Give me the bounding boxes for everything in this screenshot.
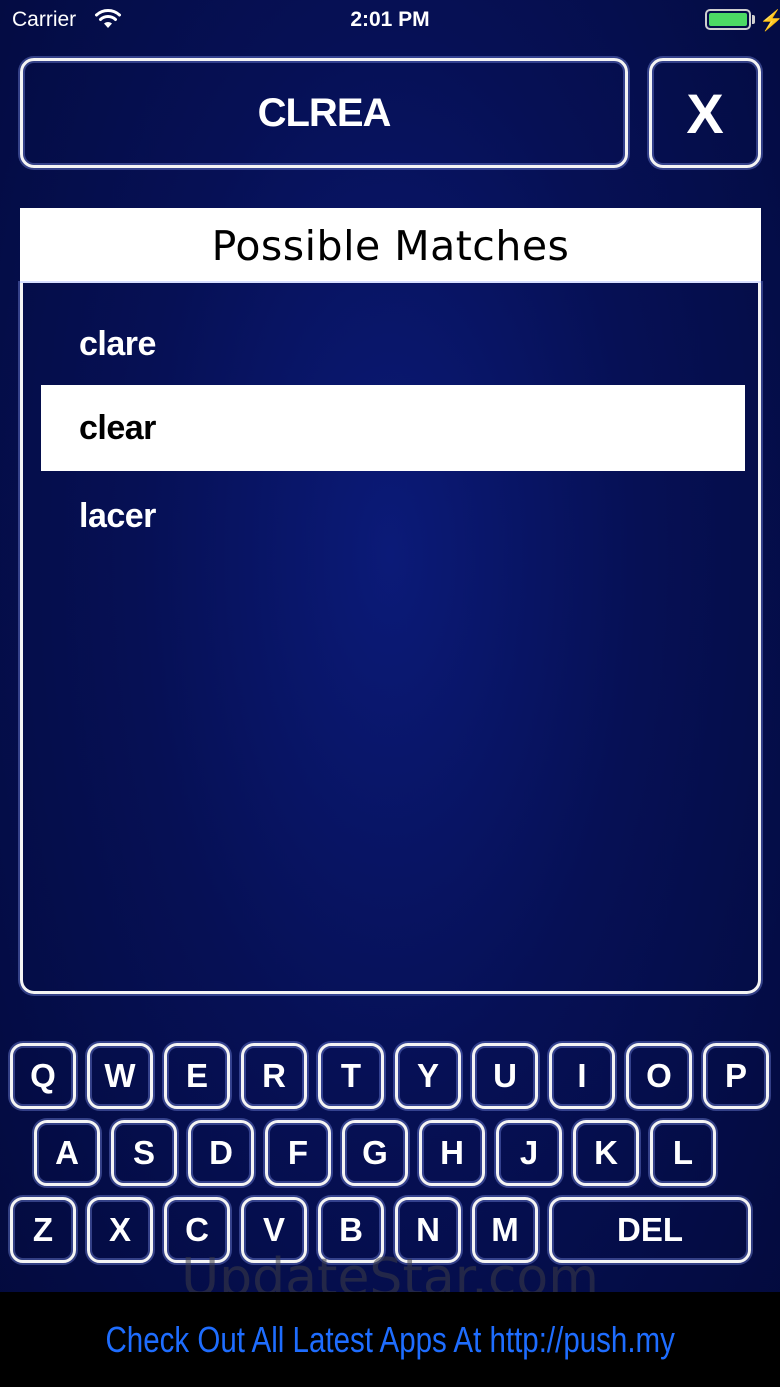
key-j[interactable]: J — [496, 1120, 562, 1186]
key-s[interactable]: S — [111, 1120, 177, 1186]
match-item-label: clear — [79, 408, 156, 447]
match-item-clear[interactable]: clear — [41, 385, 745, 471]
clear-button-label: X — [686, 81, 724, 145]
match-item-label: clare — [79, 324, 156, 363]
key-o[interactable]: O — [626, 1043, 692, 1109]
key-h[interactable]: H — [419, 1120, 485, 1186]
key-t[interactable]: T — [318, 1043, 384, 1109]
charging-icon: ⚡ — [759, 10, 780, 32]
key-k[interactable]: K — [573, 1120, 639, 1186]
key-i[interactable]: I — [549, 1043, 615, 1109]
battery-tip — [752, 15, 755, 24]
key-f[interactable]: F — [265, 1120, 331, 1186]
ad-banner-text: Check Out All Latest Apps At http://push… — [105, 1318, 675, 1360]
key-w[interactable]: W — [87, 1043, 153, 1109]
ad-banner[interactable]: Check Out All Latest Apps At http://push… — [0, 1292, 780, 1387]
match-item-clare[interactable]: clare — [41, 301, 745, 387]
key-g[interactable]: G — [342, 1120, 408, 1186]
key-y[interactable]: Y — [395, 1043, 461, 1109]
key-u[interactable]: U — [472, 1043, 538, 1109]
word-display-text: CLREA — [257, 90, 392, 135]
status-time: 2:01 PM — [350, 8, 430, 31]
matches-list[interactable]: clare clear lacer — [20, 283, 761, 994]
match-item-label: lacer — [79, 496, 156, 535]
matches-header: Possible Matches — [20, 208, 761, 283]
battery-level — [709, 13, 747, 26]
word-display: CLREA — [20, 58, 628, 168]
key-a[interactable]: A — [34, 1120, 100, 1186]
key-e[interactable]: E — [164, 1043, 230, 1109]
battery-icon — [705, 9, 751, 30]
key-l[interactable]: L — [650, 1120, 716, 1186]
key-q[interactable]: Q — [10, 1043, 76, 1109]
status-bar: Carrier 2:01 PM ⚡ — [0, 0, 780, 40]
key-p[interactable]: P — [703, 1043, 769, 1109]
matches-title: Possible Matches — [211, 221, 570, 270]
key-d[interactable]: D — [188, 1120, 254, 1186]
key-r[interactable]: R — [241, 1043, 307, 1109]
match-item-lacer[interactable]: lacer — [41, 473, 745, 559]
clear-button[interactable]: X — [649, 58, 761, 168]
